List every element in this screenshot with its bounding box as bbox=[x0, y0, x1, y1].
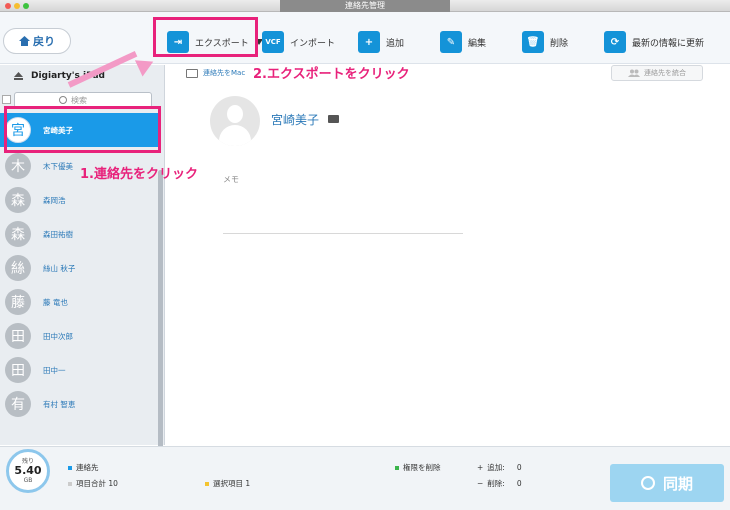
import-button[interactable]: VCF インポート bbox=[262, 29, 335, 55]
status-footer: 残り 5.40 GB 連絡先 項目合計 10 選択項目 1 権限を削除 + 追加… bbox=[0, 446, 730, 510]
contact-item[interactable]: 藤 藤 竜也 bbox=[0, 285, 158, 319]
avatar: 有 bbox=[5, 391, 31, 417]
window-title: 連絡先管理 bbox=[280, 0, 450, 12]
divider bbox=[223, 233, 463, 234]
avatar: 森 bbox=[5, 187, 31, 213]
delete-permission-legend: 権限を削除 bbox=[395, 462, 441, 473]
avatar: 森 bbox=[5, 221, 31, 247]
legend-dot bbox=[205, 481, 209, 486]
import-label: インポート bbox=[290, 38, 336, 49]
contact-name: 田中一 bbox=[43, 365, 66, 375]
legend-dot bbox=[68, 481, 72, 486]
contact-name: 木下優美 bbox=[43, 161, 73, 171]
contact-item[interactable]: 有 有村 智恵 bbox=[0, 387, 158, 421]
legend-dot bbox=[68, 465, 72, 470]
add-count-value: 0 bbox=[516, 463, 522, 472]
contacts-to-mac-button[interactable]: 連絡先をMac bbox=[186, 68, 245, 78]
contact-name: 有村 智恵 bbox=[43, 399, 76, 409]
person-head-icon bbox=[227, 105, 243, 123]
selected-items: 選択項目 1 bbox=[205, 478, 250, 489]
contact-highlight-box bbox=[4, 106, 161, 153]
sync-label: 同期 bbox=[662, 474, 693, 493]
legend-dot bbox=[395, 465, 399, 470]
search-icon bbox=[59, 96, 67, 104]
minus-icon: − bbox=[477, 479, 484, 488]
delete-count-value: 0 bbox=[516, 479, 522, 488]
contact-item[interactable]: 絲 絲山 秋子 bbox=[0, 251, 158, 285]
avatar: 木 bbox=[5, 153, 31, 179]
back-label: 戻り bbox=[33, 35, 55, 48]
memo-label: メモ bbox=[223, 175, 239, 184]
title-bar: 連絡先管理 bbox=[0, 0, 730, 12]
avatar: 絲 bbox=[5, 255, 31, 281]
home-icon bbox=[19, 36, 30, 46]
add-contact-icon: + bbox=[358, 31, 380, 53]
delete-permission-label: 権限を削除 bbox=[403, 463, 441, 472]
minimize-window-button[interactable] bbox=[14, 3, 20, 9]
avatar: 藤 bbox=[5, 289, 31, 315]
contact-photo[interactable] bbox=[210, 96, 260, 146]
printer-icon[interactable] bbox=[328, 115, 339, 123]
contact-name: 田中次郎 bbox=[43, 331, 73, 341]
contact-item[interactable]: 森 森岡浩 bbox=[0, 183, 158, 217]
total-items: 項目合計 10 bbox=[68, 478, 118, 489]
step2-annotation: 2.エクスポートをクリック bbox=[253, 67, 410, 82]
add-label: 追加 bbox=[386, 38, 405, 49]
delete-label: 削除 bbox=[550, 38, 569, 49]
sync-button[interactable]: 同期 bbox=[610, 464, 724, 502]
refresh-icon: ⟳ bbox=[604, 31, 626, 53]
total-items-label: 項目合計 10 bbox=[76, 479, 118, 488]
back-button[interactable]: 戻り bbox=[3, 28, 71, 54]
eject-icon bbox=[14, 72, 23, 80]
delete-button[interactable]: 🗑 削除 bbox=[522, 29, 568, 55]
add-contact-button[interactable]: + 追加 bbox=[358, 29, 404, 55]
refresh-button[interactable]: ⟳ 最新の情報に更新 bbox=[604, 29, 704, 55]
step1-annotation: 1.連絡先をクリック bbox=[80, 167, 198, 182]
contact-name: 森岡浩 bbox=[43, 195, 66, 205]
trash-icon: 🗑 bbox=[522, 31, 544, 53]
storage-gauge: 残り 5.40 GB bbox=[6, 449, 50, 493]
monitor-icon bbox=[186, 68, 198, 78]
edit-button[interactable]: ✎ 編集 bbox=[440, 29, 486, 55]
delete-count-label: 削除: bbox=[487, 479, 505, 488]
close-window-button[interactable] bbox=[5, 3, 11, 9]
delete-count: − 削除: 0 bbox=[477, 478, 522, 489]
avatar: 田 bbox=[5, 357, 31, 383]
people-icon bbox=[628, 69, 640, 77]
contact-name: 絲山 秋子 bbox=[43, 263, 76, 273]
contact-detail-pane: 連絡先をMac 連絡先を統合 宮崎美子 メモ bbox=[166, 65, 730, 445]
contact-full-name: 宮崎美子 bbox=[271, 113, 320, 127]
contact-name: 藤 竜也 bbox=[43, 297, 68, 307]
contact-name: 森田祐樹 bbox=[43, 229, 73, 239]
merge-label: 連絡先を統合 bbox=[644, 69, 686, 77]
zoom-window-button[interactable] bbox=[23, 3, 29, 9]
edit-icon: ✎ bbox=[440, 31, 462, 53]
edit-label: 編集 bbox=[468, 38, 487, 49]
storage-value: 5.40 bbox=[14, 464, 42, 477]
person-body-icon bbox=[219, 125, 251, 146]
contacts-to-mac-label: 連絡先をMac bbox=[203, 69, 246, 77]
storage-unit: GB bbox=[23, 477, 33, 484]
contact-item[interactable]: 田 田中次郎 bbox=[0, 319, 158, 353]
contact-item[interactable]: 森 森田祐樹 bbox=[0, 217, 158, 251]
contacts-legend: 連絡先 bbox=[68, 462, 99, 473]
export-highlight-box bbox=[153, 17, 258, 57]
selected-items-label: 選択項目 1 bbox=[213, 479, 251, 488]
select-all-checkbox[interactable] bbox=[2, 95, 11, 104]
contact-item[interactable]: 田 田中一 bbox=[0, 353, 158, 387]
add-count: + 追加: 0 bbox=[477, 462, 522, 473]
refresh-label: 最新の情報に更新 bbox=[632, 38, 705, 49]
avatar: 田 bbox=[5, 323, 31, 349]
sync-icon bbox=[640, 476, 655, 490]
add-count-label: 追加: bbox=[487, 463, 505, 472]
toolbar: 戻り ⇥ エクスポート VCF インポート + 追加 ✎ 編集 🗑 削除 ⟳ 最… bbox=[0, 12, 730, 64]
merge-contacts-button[interactable]: 連絡先を統合 bbox=[611, 65, 703, 81]
vcf-import-icon: VCF bbox=[262, 31, 284, 53]
plus-icon: + bbox=[477, 463, 484, 472]
contacts-legend-label: 連絡先 bbox=[76, 463, 99, 472]
search-placeholder: 検索 bbox=[71, 96, 87, 105]
